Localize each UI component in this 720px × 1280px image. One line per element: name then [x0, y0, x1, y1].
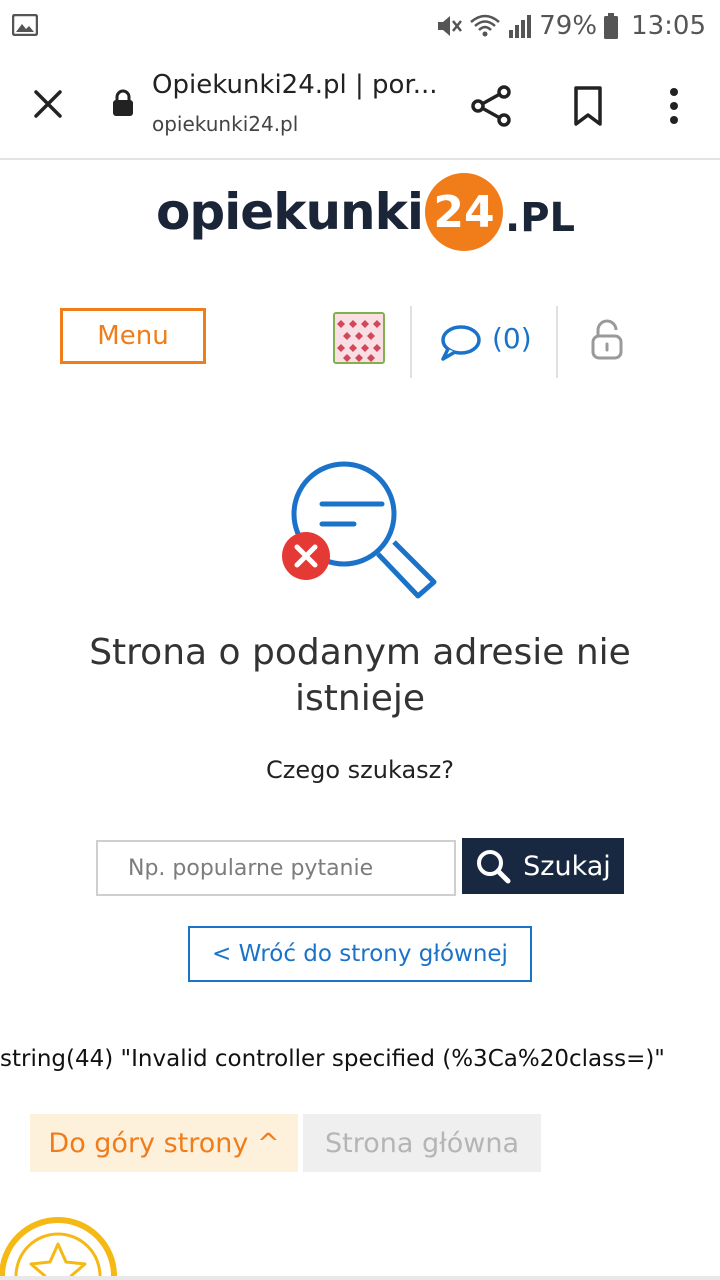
menu-button[interactable]: Menu — [60, 308, 206, 364]
signal-icon — [509, 15, 532, 38]
logo-number-badge: 24 — [425, 173, 504, 251]
search-icon — [477, 850, 511, 884]
back-to-home-link[interactable]: < Wróć do strony głównej — [188, 926, 532, 982]
chat-bubble-icon[interactable] — [438, 324, 482, 362]
close-icon[interactable] — [26, 82, 70, 126]
battery-icon — [604, 13, 619, 39]
page-title: Opiekunki24.pl | por... — [152, 70, 438, 100]
search-not-found-icon — [282, 461, 437, 599]
status-bar: 79% 13:05 — [0, 0, 720, 52]
error-heading-line: istnieje — [295, 678, 425, 719]
search-button-label: Szukaj — [523, 850, 611, 882]
messages-count[interactable]: (0) — [492, 322, 532, 355]
mute-icon — [438, 16, 463, 36]
logo-word: opiekunki — [156, 183, 424, 241]
browser-toolbar: Opiekunki24.pl | por... opiekunki24.pl — [0, 52, 720, 160]
login-lock-icon[interactable] — [588, 318, 626, 362]
avatar[interactable] — [333, 312, 385, 364]
gallery-icon — [12, 14, 38, 36]
nav-divider — [556, 306, 558, 378]
bottom-divider — [0, 1276, 720, 1280]
nav-divider — [410, 306, 412, 378]
search-prompt: Czego szukasz? — [265, 756, 454, 784]
wifi-icon — [470, 14, 501, 37]
search-input[interactable] — [96, 840, 456, 896]
battery-percent: 79% — [539, 11, 598, 41]
home-page-button[interactable]: Strona główna — [303, 1114, 541, 1172]
more-icon[interactable] — [660, 82, 688, 130]
search-button[interactable]: Szukaj — [462, 838, 624, 894]
back-to-top-button[interactable]: Do góry strony ^ — [30, 1114, 298, 1172]
bookmark-icon[interactable] — [568, 82, 608, 130]
page-url: opiekunki24.pl — [152, 112, 299, 136]
lock-icon — [113, 89, 133, 116]
avatar-pattern-icon — [335, 314, 383, 362]
clock: 13:05 — [631, 11, 706, 41]
error-heading: Strona o podanym adresie nie istnieje — [40, 630, 680, 722]
site-logo[interactable]: opiekunki 24 .PL — [156, 166, 575, 258]
logo-suffix: .PL — [505, 195, 576, 241]
share-icon[interactable] — [468, 82, 516, 130]
error-heading-line: Strona o podanym adresie nie — [89, 632, 631, 673]
star-badge-icon[interactable] — [0, 1214, 118, 1280]
debug-message: string(44) "Invalid controller specified… — [0, 1046, 665, 1072]
status-icons: 79% 13:05 — [435, 8, 706, 44]
